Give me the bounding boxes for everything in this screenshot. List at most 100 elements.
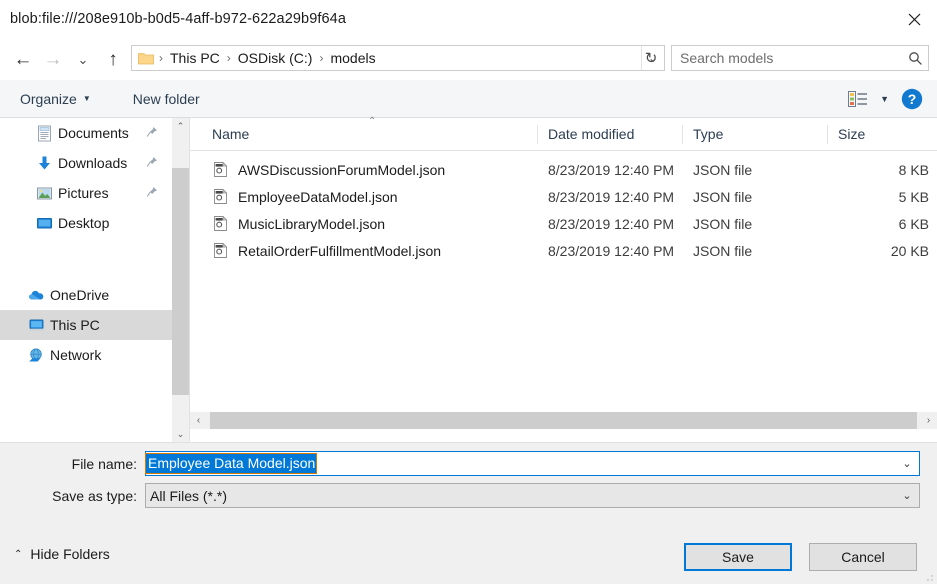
save-form-area: File name: Employee Data Model.json ⌄ Sa… <box>0 443 937 528</box>
recent-locations-button[interactable]: ⌄ <box>68 44 98 74</box>
list-view-icon <box>848 91 868 107</box>
help-icon: ? <box>901 88 923 110</box>
sidebar-item-this-pc[interactable]: This PC <box>0 310 172 340</box>
caret-down-icon: ▼ <box>83 94 91 103</box>
pin-icon[interactable] <box>146 185 158 201</box>
file-size-cell: 8 KB <box>828 162 937 178</box>
chevron-up-icon: ⌃ <box>14 549 22 560</box>
file-name-dropdown-button[interactable]: ⌄ <box>895 452 919 475</box>
new-folder-button[interactable]: New folder <box>123 80 210 117</box>
column-header-label: Date modified <box>548 126 634 142</box>
sidebar-item-label: Pictures <box>58 185 109 201</box>
close-icon <box>908 13 921 26</box>
scroll-down-button[interactable]: ⌄ <box>172 426 189 443</box>
refresh-button[interactable]: ↻ <box>638 45 664 71</box>
file-name-cell: MusicLibraryModel.json <box>190 215 538 232</box>
breadcrumb-separator-2[interactable]: › <box>314 51 328 65</box>
column-header-date-modified[interactable]: Date modified <box>538 118 683 151</box>
save-as-type-dropdown-button[interactable]: ⌄ <box>895 484 919 507</box>
onedrive-icon <box>28 288 50 302</box>
back-button[interactable]: ← <box>8 44 38 74</box>
sidebar-item-downloads[interactable]: Downloads <box>0 148 172 178</box>
address-bar[interactable]: › This PC › OSDisk (C:) › models ⌄ <box>131 45 665 71</box>
table-row[interactable]: MusicLibraryModel.json 8/23/2019 12:40 P… <box>190 210 937 237</box>
column-header-type[interactable]: Type <box>683 118 828 151</box>
sidebar-item-label: Network <box>50 347 101 363</box>
json-file-icon <box>212 215 238 232</box>
scrollbar-thumb[interactable] <box>172 168 189 395</box>
chevron-right-icon: › <box>927 415 930 426</box>
resize-grip[interactable] <box>923 570 935 582</box>
sort-ascending-icon: ⌃ <box>368 116 376 127</box>
save-as-type-select[interactable]: All Files (*.*) ⌄ <box>145 483 920 508</box>
close-button[interactable] <box>891 0 937 38</box>
desktop-icon <box>36 215 58 232</box>
table-row[interactable]: EmployeeDataModel.json 8/23/2019 12:40 P… <box>190 183 937 210</box>
sidebar-item-desktop[interactable]: Desktop <box>0 208 172 238</box>
json-file-icon <box>212 161 238 178</box>
column-header-size[interactable]: Size <box>828 118 937 151</box>
sidebar-item-label: Documents <box>58 125 129 141</box>
sidebar-item-pictures[interactable]: Pictures <box>0 178 172 208</box>
breadcrumb-item-osdisk[interactable]: OSDisk (C:) <box>236 50 315 66</box>
file-type-cell: JSON file <box>683 243 828 259</box>
table-row[interactable]: AWSDiscussionForumModel.json 8/23/2019 1… <box>190 156 937 183</box>
help-button[interactable]: ? <box>901 88 923 110</box>
search-icon <box>902 51 928 66</box>
breadcrumb-separator-0: › <box>154 51 168 65</box>
pictures-icon <box>36 185 58 202</box>
column-header-name[interactable]: ⌃ Name <box>190 118 538 151</box>
cancel-button-label: Cancel <box>841 549 885 565</box>
forward-arrow-icon: → <box>44 50 63 69</box>
sidebar-item-network[interactable]: Network <box>0 340 172 370</box>
column-headers: ⌃ Name Date modified Type Size <box>190 118 937 151</box>
up-arrow-icon: ↑ <box>108 50 118 69</box>
file-date-cell: 8/23/2019 12:40 PM <box>538 189 683 205</box>
file-size-cell: 6 KB <box>828 216 937 232</box>
hide-folders-button[interactable]: ⌃ Hide Folders <box>14 546 110 562</box>
table-row[interactable]: RetailOrderFulfillmentModel.json 8/23/20… <box>190 237 937 264</box>
search-input[interactable] <box>672 50 902 66</box>
view-mode-button[interactable] <box>844 91 872 107</box>
search-box[interactable] <box>671 45 929 71</box>
breadcrumb-item-models[interactable]: models <box>328 50 377 66</box>
file-date-cell: 8/23/2019 12:40 PM <box>538 162 683 178</box>
file-type-cell: JSON file <box>683 216 828 232</box>
toolbar-right-group: ▼ ? <box>844 80 937 117</box>
save-button-label: Save <box>722 549 754 565</box>
view-mode-dropdown-button[interactable]: ▼ <box>872 94 901 104</box>
file-date-cell: 8/23/2019 12:40 PM <box>538 216 683 232</box>
breadcrumb-item-this-pc[interactable]: This PC <box>168 50 222 66</box>
sidebar-item-onedrive[interactable]: OneDrive <box>0 280 172 310</box>
sidebar-item-label: This PC <box>50 317 100 333</box>
sidebar-item-label: OneDrive <box>50 287 109 303</box>
sidebar-item-documents[interactable]: Documents <box>0 118 172 148</box>
scrollbar-thumb[interactable] <box>210 412 917 429</box>
scroll-right-button[interactable]: › <box>920 412 937 429</box>
breadcrumb-separator-1[interactable]: › <box>222 51 236 65</box>
back-arrow-icon: ← <box>14 50 33 69</box>
file-list-horizontal-scrollbar[interactable]: ‹ › <box>190 412 937 429</box>
file-name-cell: EmployeeDataModel.json <box>190 188 538 205</box>
chevron-down-icon: ⌄ <box>177 429 185 440</box>
svg-text:?: ? <box>908 91 917 107</box>
file-name-row: File name: Employee Data Model.json ⌄ <box>0 451 937 476</box>
navigation-sidebar[interactable]: Documents Downloads <box>0 118 172 443</box>
pin-icon[interactable] <box>146 155 158 171</box>
file-name-label: RetailOrderFulfillmentModel.json <box>238 243 441 259</box>
save-button[interactable]: Save <box>684 543 792 571</box>
pin-icon[interactable] <box>146 125 158 141</box>
organize-button[interactable]: Organize ▼ <box>10 80 101 117</box>
file-name-input[interactable]: Employee Data Model.json ⌄ <box>145 451 920 476</box>
scroll-left-button[interactable]: ‹ <box>190 412 207 429</box>
scroll-up-button[interactable]: ⌃ <box>172 118 189 135</box>
forward-button[interactable]: → <box>38 44 68 74</box>
json-file-icon <box>212 242 238 259</box>
file-rows-container: AWSDiscussionForumModel.json 8/23/2019 1… <box>190 151 937 264</box>
chevron-down-icon: ⌄ <box>902 489 911 502</box>
column-header-label: Name <box>212 126 249 142</box>
cancel-button[interactable]: Cancel <box>809 543 917 571</box>
dialog-footer: ⌃ Hide Folders <box>0 528 937 584</box>
up-button[interactable]: ↑ <box>98 44 128 74</box>
sidebar-scrollbar[interactable]: ⌃ ⌄ <box>172 118 189 443</box>
